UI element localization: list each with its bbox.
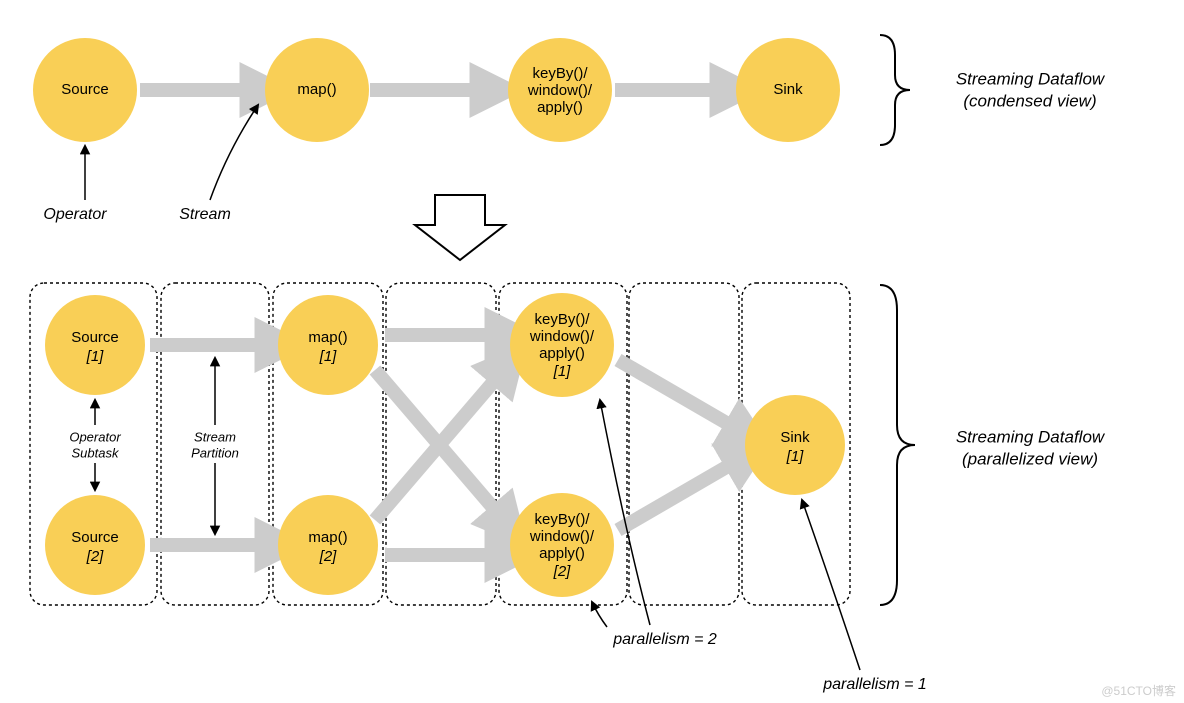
node-source1-l1: Source xyxy=(71,329,119,346)
label-stream-part-l1: Stream xyxy=(194,429,236,444)
label-parallelism-2: parallelism = 2 xyxy=(612,631,717,648)
node-key2-l4: [2] xyxy=(553,563,572,580)
label-op-subtask-l2: Subtask xyxy=(72,445,120,460)
node-key2-l2: window()/ xyxy=(529,528,595,545)
label-op-subtask-l1: Operator xyxy=(69,429,121,444)
node-sink: Sink xyxy=(736,38,840,142)
diagram-canvas: Source map() keyBy()/ window()/ apply() … xyxy=(0,0,1184,703)
node-keyby-2: keyBy()/ window()/ apply() [2] xyxy=(510,493,614,597)
label-stream: Stream xyxy=(179,206,231,223)
node-map1-l2: [1] xyxy=(319,348,338,365)
node-key1-l4: [1] xyxy=(553,363,572,380)
arrow-para1 xyxy=(802,500,860,670)
node-sink1-l1: Sink xyxy=(780,429,810,446)
node-keyby-1: keyBy()/ window()/ apply() [1] xyxy=(510,293,614,397)
node-map-1: map() [1] xyxy=(278,295,378,395)
arrow-para2-a xyxy=(592,602,607,627)
node-keyby: keyBy()/ window()/ apply() xyxy=(508,38,612,142)
node-sink-1: Sink [1] xyxy=(745,395,845,495)
arrow-stream xyxy=(210,105,258,200)
node-key2-l3: apply() xyxy=(539,545,585,562)
node-key2-l1: keyBy()/ xyxy=(534,511,590,528)
node-sink1-l2: [1] xyxy=(786,448,805,465)
node-map2-l1: map() xyxy=(308,529,347,546)
edge-k2-sink xyxy=(618,465,730,530)
node-source-1: Source [1] xyxy=(45,295,145,395)
node-map1-l1: map() xyxy=(308,329,347,346)
node-key1-l2: window()/ xyxy=(529,328,595,345)
node-source2-l2: [2] xyxy=(86,548,105,565)
label-parallelism-1: parallelism = 1 xyxy=(822,676,927,693)
watermark: @51CTO博客 xyxy=(1101,682,1176,699)
node-map-label: map() xyxy=(297,81,336,98)
node-map2-l2: [2] xyxy=(319,548,338,565)
title-parallel-l1: Streaming Dataflow xyxy=(956,427,1106,446)
node-keyby-l1: keyBy()/ xyxy=(532,65,588,82)
group-merge xyxy=(629,283,739,605)
edge-k1-sink xyxy=(618,360,730,425)
brace-bottom xyxy=(880,285,915,605)
node-key1-l3: apply() xyxy=(539,345,585,362)
title-parallel-l2: (parallelized view) xyxy=(962,449,1098,468)
label-stream-part-l2: Partition xyxy=(191,445,239,460)
brace-top xyxy=(880,35,910,145)
node-source1-l2: [1] xyxy=(86,348,105,365)
node-map-2: map() [2] xyxy=(278,495,378,595)
node-source-label: Source xyxy=(61,81,109,98)
node-map: map() xyxy=(265,38,369,142)
node-source-2: Source [2] xyxy=(45,495,145,595)
big-down-arrow xyxy=(415,195,505,260)
node-keyby-l3: apply() xyxy=(537,99,583,116)
node-source: Source xyxy=(33,38,137,142)
node-keyby-l2: window()/ xyxy=(527,82,593,99)
node-key1-l1: keyBy()/ xyxy=(534,311,590,328)
title-condensed-l2: (condensed view) xyxy=(963,91,1096,110)
title-condensed-l1: Streaming Dataflow xyxy=(956,69,1106,88)
node-sink-label: Sink xyxy=(773,81,803,98)
node-source2-l1: Source xyxy=(71,529,119,546)
label-operator: Operator xyxy=(43,206,107,223)
